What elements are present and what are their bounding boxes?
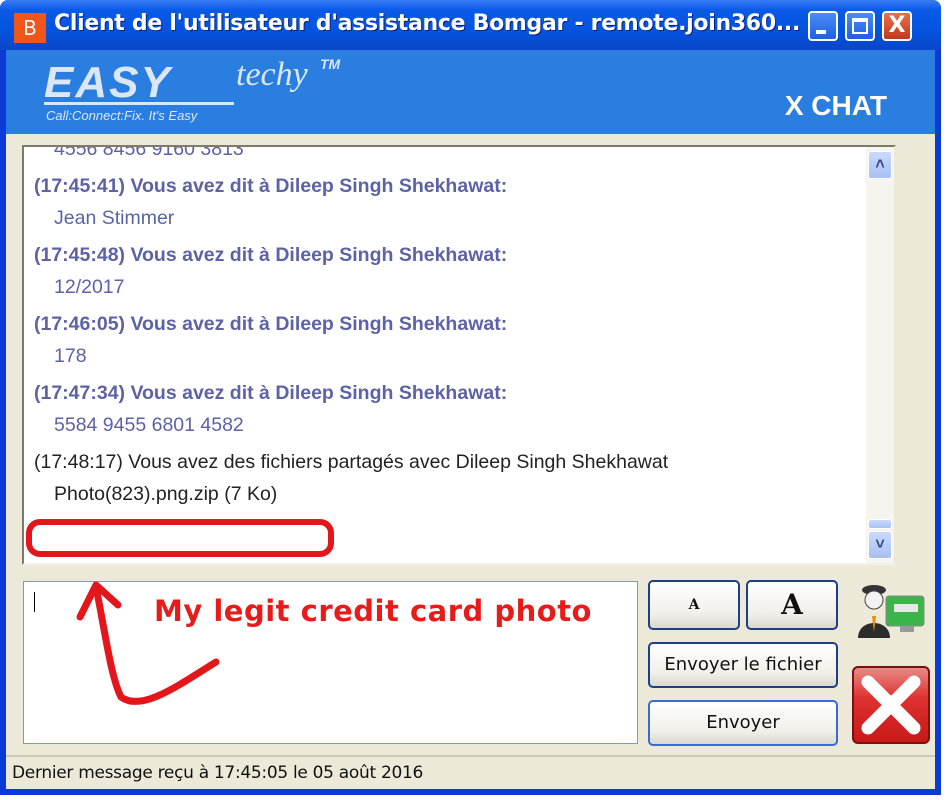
- minimize-icon: [816, 30, 826, 34]
- chevron-down-icon: ˅: [875, 536, 885, 553]
- window-title: Client de l'utilisateur d'assistance Bom…: [54, 11, 800, 36]
- close-icon: X: [888, 13, 906, 38]
- chat-body: 4556 8456 9160 3813 (17:45:41) Vous avez …: [6, 134, 935, 755]
- status-text: Dernier message reçu à 17:45:05 le 05 ao…: [12, 763, 424, 783]
- chat-message: (17:46:05) Vous avez dit à Dileep Singh …: [34, 308, 874, 372]
- logo-underline: [44, 102, 234, 105]
- chat-message: (17:45:41) Vous avez dit à Dileep Singh …: [34, 170, 874, 234]
- title-bar[interactable]: B Client de l'utilisateur d'assistance B…: [0, 0, 941, 50]
- increase-font-button[interactable]: A: [746, 580, 838, 630]
- close-window-button[interactable]: X: [882, 11, 912, 41]
- logo-easy-text: EASY: [44, 58, 172, 107]
- chat-message-text: Jean Stimmer: [54, 207, 175, 229]
- chat-message-header: (17:45:41) Vous avez dit à Dileep Singh …: [34, 175, 508, 197]
- scroll-up-button[interactable]: ˄: [868, 151, 892, 179]
- message-list: 4556 8456 9160 3813 (17:45:41) Vous avez …: [34, 145, 874, 515]
- chat-message-header: (17:48:17) Vous avez des fichiers partag…: [34, 451, 669, 473]
- chat-message-header: (17:46:05) Vous avez dit à Dileep Singh …: [34, 313, 508, 335]
- chat-transcript[interactable]: 4556 8456 9160 3813 (17:45:41) Vous avez …: [22, 145, 896, 565]
- chat-message: (17:47:34) Vous avez dit à Dileep Singh …: [34, 377, 874, 441]
- maximize-icon: [852, 18, 868, 34]
- minimize-button[interactable]: [808, 11, 838, 41]
- logo-techy-text: techy: [236, 56, 308, 93]
- chat-message: 4556 8456 9160 3813: [34, 145, 874, 165]
- chat-message-header: (17:47:34) Vous avez dit à Dileep Singh …: [34, 382, 508, 404]
- annotation-text: My legit credit card photo: [154, 594, 592, 628]
- send-file-button[interactable]: Envoyer le fichier: [648, 642, 838, 688]
- decrease-font-button[interactable]: A: [648, 580, 740, 630]
- chevron-up-icon: ˄: [875, 156, 885, 173]
- text-caret: [34, 592, 35, 612]
- maximize-button[interactable]: [845, 11, 875, 41]
- chat-message-text: 178: [54, 345, 87, 367]
- header-title: X CHAT: [784, 90, 887, 121]
- bomgar-app-icon: B: [14, 13, 46, 43]
- brand-header: EASY techy TM Call:Connect:Fix. It's Eas…: [6, 50, 935, 134]
- bomgar-chat-window: B Client de l'utilisateur d'assistance B…: [0, 0, 941, 795]
- red-x-close-icon: [861, 675, 921, 735]
- chat-message-text: 5584 9455 6801 4582: [54, 414, 244, 436]
- chat-message-header: (17:45:48) Vous avez dit à Dileep Singh …: [34, 244, 508, 266]
- send-button[interactable]: Envoyer: [648, 700, 838, 746]
- vertical-scrollbar[interactable]: ˄ ˅: [866, 147, 894, 563]
- logo-tagline: Call:Connect:Fix. It's Easy: [46, 108, 198, 123]
- chat-message-text: 12/2017: [54, 276, 125, 298]
- chat-message: (17:45:48) Vous avez dit à Dileep Singh …: [34, 239, 874, 303]
- shared-file-link[interactable]: Photo(823).png.zip (7 Ko): [34, 478, 874, 510]
- chat-message: (17:48:17) Vous avez des fichiers partag…: [34, 446, 874, 510]
- logo-trademark: TM: [320, 56, 341, 72]
- status-bar: Dernier message reçu à 17:45:05 le 05 ao…: [6, 755, 935, 789]
- scroll-down-button[interactable]: ˅: [868, 531, 892, 559]
- agent-with-monitor-icon[interactable]: [856, 582, 926, 640]
- chat-message-text: 4556 8456 9160 3813: [54, 145, 244, 160]
- scrollbar-thumb[interactable]: [868, 519, 892, 529]
- annotation-highlight-circle: [26, 519, 334, 557]
- end-session-button[interactable]: [852, 666, 930, 744]
